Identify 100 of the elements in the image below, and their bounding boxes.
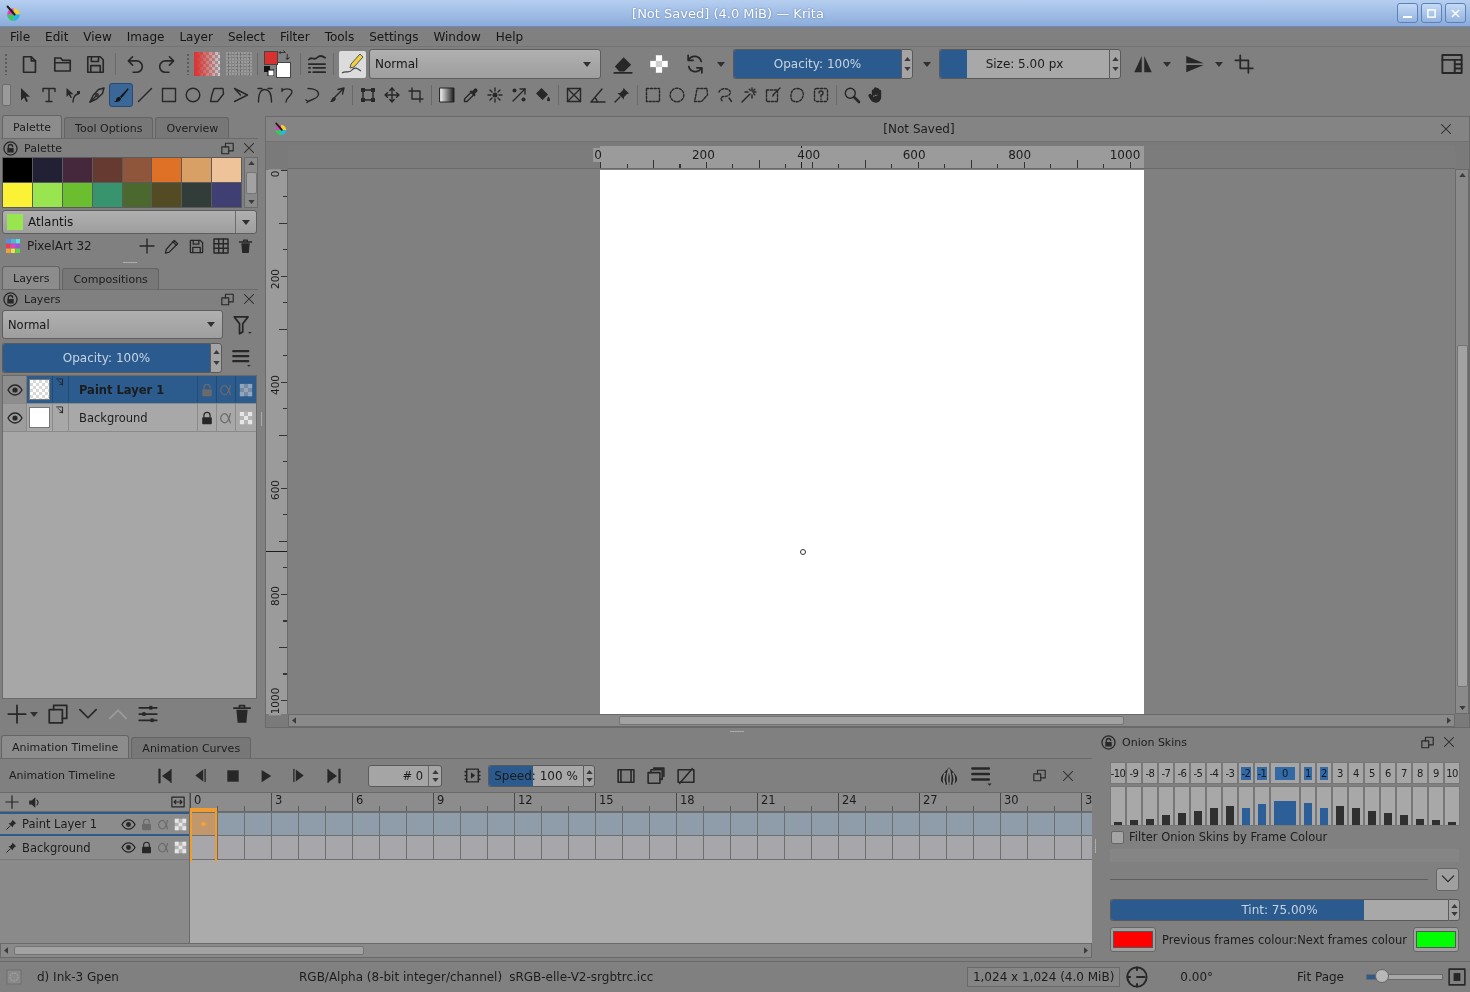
add-icon[interactable] <box>5 795 19 809</box>
color-swatch-icon[interactable] <box>3 158 32 182</box>
checker-icon[interactable] <box>239 410 253 425</box>
blend-mode-dropdown[interactable]: Normal <box>369 49 601 79</box>
alpha-icon[interactable] <box>219 410 233 425</box>
undo-icon[interactable] <box>126 54 145 74</box>
docker-tab[interactable]: Animation Curves <box>131 737 252 758</box>
arrow-left-icon[interactable] <box>4 947 8 954</box>
close-icon[interactable] <box>1440 123 1452 135</box>
opacity-bar-track[interactable] <box>1206 786 1222 826</box>
checker-cross-icon[interactable] <box>649 54 669 74</box>
minimize-button[interactable] <box>1397 3 1418 23</box>
spin-buttons[interactable] <box>583 764 595 787</box>
slider-handle[interactable] <box>1375 969 1389 983</box>
sliders-icon[interactable] <box>138 704 158 724</box>
arrow-right-icon[interactable] <box>1084 947 1088 954</box>
single-frame-icon[interactable] <box>617 766 635 785</box>
pattern-swatch-icon[interactable] <box>226 52 252 76</box>
docker-tab[interactable]: Palette <box>2 115 63 138</box>
docker-tab[interactable]: Animation Timeline <box>1 735 130 758</box>
spin-buttons[interactable] <box>901 49 913 79</box>
color-swatch-icon[interactable] <box>32 158 62 182</box>
menu-item[interactable]: Tools <box>324 29 355 44</box>
float-window-icon[interactable] <box>221 292 234 306</box>
menu-item[interactable]: Select <box>227 29 265 44</box>
default-colors-icon[interactable] <box>264 66 274 76</box>
dropdown-arrow-icon[interactable] <box>923 61 931 67</box>
size-slider[interactable]: Size: 5.00 px <box>939 49 1109 79</box>
color-swatch-icon[interactable] <box>122 158 152 182</box>
duplicate-icon[interactable] <box>48 704 68 724</box>
pushpin-icon[interactable] <box>6 818 17 830</box>
splitter-grip-icon[interactable] <box>260 412 263 426</box>
menu-item[interactable]: Layer <box>179 29 213 44</box>
pencil-icon[interactable] <box>164 238 179 254</box>
padlock-circle-icon[interactable] <box>3 140 18 156</box>
stacked-frames-icon[interactable] <box>647 766 665 785</box>
onion-frame-button[interactable]: 3 <box>1332 762 1348 784</box>
opacity-bar-track[interactable] <box>1174 786 1190 826</box>
color-swatch-icon[interactable] <box>122 183 152 207</box>
onion-icon[interactable] <box>939 765 959 786</box>
onion-frame-button[interactable]: -9 <box>1126 762 1142 784</box>
onion-frame-button[interactable]: -2 <box>1238 762 1254 784</box>
menu-item[interactable]: File <box>10 29 31 44</box>
opacity-bar-track[interactable] <box>1238 786 1254 826</box>
onion-frame-button[interactable]: 0 <box>1270 762 1300 784</box>
opacity-slider[interactable]: Opacity: 100% <box>2 342 210 373</box>
lock-icon[interactable] <box>140 841 153 854</box>
checker-icon[interactable] <box>239 382 253 397</box>
spin-buttons[interactable] <box>210 342 222 373</box>
mirror-triangles-icon[interactable] <box>1133 54 1153 74</box>
redo-icon[interactable] <box>157 54 176 74</box>
opacity-bar-track[interactable] <box>1142 786 1158 826</box>
add-icon[interactable] <box>139 238 155 254</box>
color-swatch-icon[interactable] <box>32 183 62 207</box>
frame-spinbox[interactable]: # 0 <box>368 764 442 787</box>
menu-item[interactable]: Filter <box>279 29 310 44</box>
onion-frame-button[interactable]: 8 <box>1412 762 1428 784</box>
arrow-left-icon[interactable] <box>292 717 296 724</box>
arrow-up-icon[interactable] <box>247 161 255 165</box>
opacity-bar-track[interactable] <box>1428 786 1444 826</box>
trash-icon[interactable] <box>238 238 253 254</box>
onion-frame-button[interactable]: 10 <box>1444 762 1460 784</box>
scrollbar-thumb[interactable] <box>1456 345 1468 687</box>
arrow-up-icon[interactable] <box>1458 173 1466 177</box>
opacity-bar-track[interactable] <box>1380 786 1396 826</box>
frame-cells[interactable] <box>190 812 1092 836</box>
opacity-bar-track[interactable] <box>1126 786 1142 826</box>
spin-buttons[interactable] <box>1448 899 1460 921</box>
filter-icon[interactable] <box>233 314 253 335</box>
color-swatch-icon[interactable] <box>182 183 212 207</box>
splitter-grip-icon[interactable] <box>730 730 744 733</box>
menu-item[interactable]: Settings <box>369 29 419 44</box>
tint-slider[interactable]: Tint: 75.00% <box>1110 899 1448 921</box>
checker-icon[interactable] <box>174 841 187 854</box>
opacity-bar-track[interactable] <box>1316 786 1332 826</box>
save-icon[interactable] <box>86 54 105 74</box>
docker-tab[interactable]: Compositions <box>62 268 159 289</box>
onion-frame-button[interactable]: -5 <box>1190 762 1206 784</box>
frame-cells[interactable] <box>190 836 1092 860</box>
color-swatch-icon[interactable] <box>92 158 122 182</box>
eye-icon[interactable] <box>121 816 136 832</box>
float-window-icon[interactable] <box>1421 735 1434 749</box>
arrow-down-icon[interactable] <box>1458 706 1466 710</box>
onion-frame-button[interactable]: -1 <box>1254 762 1270 784</box>
speaker-icon[interactable] <box>28 795 41 809</box>
onion-frame-button[interactable]: -10 <box>1110 762 1126 784</box>
dropdown-arrow-icon[interactable] <box>1163 61 1171 67</box>
film-frame-icon[interactable] <box>464 767 481 784</box>
color-swatch-icon[interactable] <box>182 158 212 182</box>
dropdown-arrow-icon[interactable] <box>1215 61 1223 67</box>
play-icon[interactable] <box>259 768 273 783</box>
opacity-bar-track[interactable] <box>1364 786 1380 826</box>
onion-frame-button[interactable]: 2 <box>1316 762 1332 784</box>
scrollbar[interactable] <box>1455 169 1469 714</box>
docker-tab[interactable]: Layers <box>2 266 61 289</box>
color-swatch-icon[interactable] <box>212 183 241 207</box>
dropdown-arrow-icon[interactable] <box>717 61 725 67</box>
arrow-down-icon[interactable] <box>247 200 255 204</box>
split-triangle-icon[interactable] <box>1185 54 1205 74</box>
menu-icon[interactable] <box>971 764 993 787</box>
